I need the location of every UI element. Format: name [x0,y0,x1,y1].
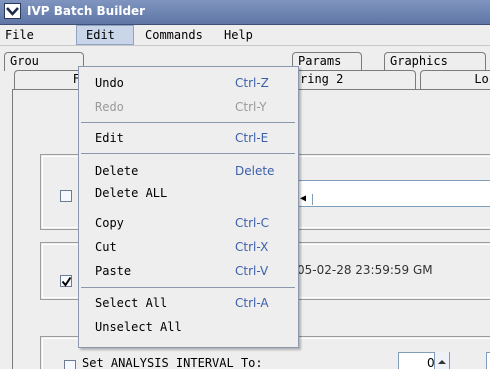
menu-separator [81,287,295,288]
tab-ring-2[interactable]: ring 2 [294,70,416,89]
spinner-up-button[interactable] [434,352,449,369]
tab-params[interactable]: Params [292,52,362,71]
menu-item-unselect-all[interactable]: Unselect All [79,317,298,339]
menu-edit[interactable]: Edit [76,25,134,45]
spinner-up-arrow-icon [438,360,446,364]
analysis-interval-checkbox[interactable] [64,360,76,369]
menu-item-edit[interactable]: Edit Ctrl-E [79,128,298,150]
timestamp-value: 05-02-28 23:59:59 GM [297,263,433,277]
menu-help[interactable]: Help [220,25,257,45]
tab-loc[interactable]: Loc [420,70,490,89]
tab-graphics[interactable]: Graphics [384,52,486,71]
checkmark-icon [61,276,72,287]
interval-spinner-input[interactable]: 0 [398,352,450,369]
menu-item-redo[interactable]: Redo Ctrl-Y [79,97,298,119]
menu-file[interactable]: File [1,25,38,45]
menu-item-delete[interactable]: Delete Delete [79,161,298,183]
scroll-left-arrow-icon[interactable]: ◀ [300,193,306,204]
horizontal-scrollbar[interactable]: ◀ [297,193,490,207]
option-checkbox-1[interactable] [60,190,72,202]
menu-item-undo[interactable]: Undo Ctrl-Z [79,73,298,95]
menu-item-copy[interactable]: Copy Ctrl-C [79,213,298,235]
menu-separator [81,122,295,123]
tab-grou[interactable]: Grou [4,52,84,71]
checked-checkbox[interactable] [60,275,72,287]
edit-dropdown-menu: Undo Ctrl-Z Redo Ctrl-Y Edit Ctrl-E Dele… [78,66,299,348]
menu-separator [81,153,295,154]
next-field-edge [486,352,490,369]
main-window: IVP Batch Builder File Edit Commands Hel… [0,0,490,369]
menu-item-delete-all[interactable]: Delete ALL [79,183,298,205]
menu-item-select-all[interactable]: Select All Ctrl-A [79,293,298,315]
menu-bar: File Edit Commands Help [0,25,490,46]
menu-commands[interactable]: Commands [141,25,207,45]
window-menu-chevron-icon[interactable] [4,3,21,19]
menu-item-cut[interactable]: Cut Ctrl-X [79,237,298,259]
scroll-thumb-edge [312,194,313,205]
tab-row2-first[interactable]: F [14,70,86,89]
window-title: IVP Batch Builder [27,4,146,18]
analysis-interval-label: Set ANALYSIS INTERVAL To: [82,356,263,369]
menu-item-paste[interactable]: Paste Ctrl-V [79,261,298,283]
title-bar: IVP Batch Builder [0,0,490,25]
